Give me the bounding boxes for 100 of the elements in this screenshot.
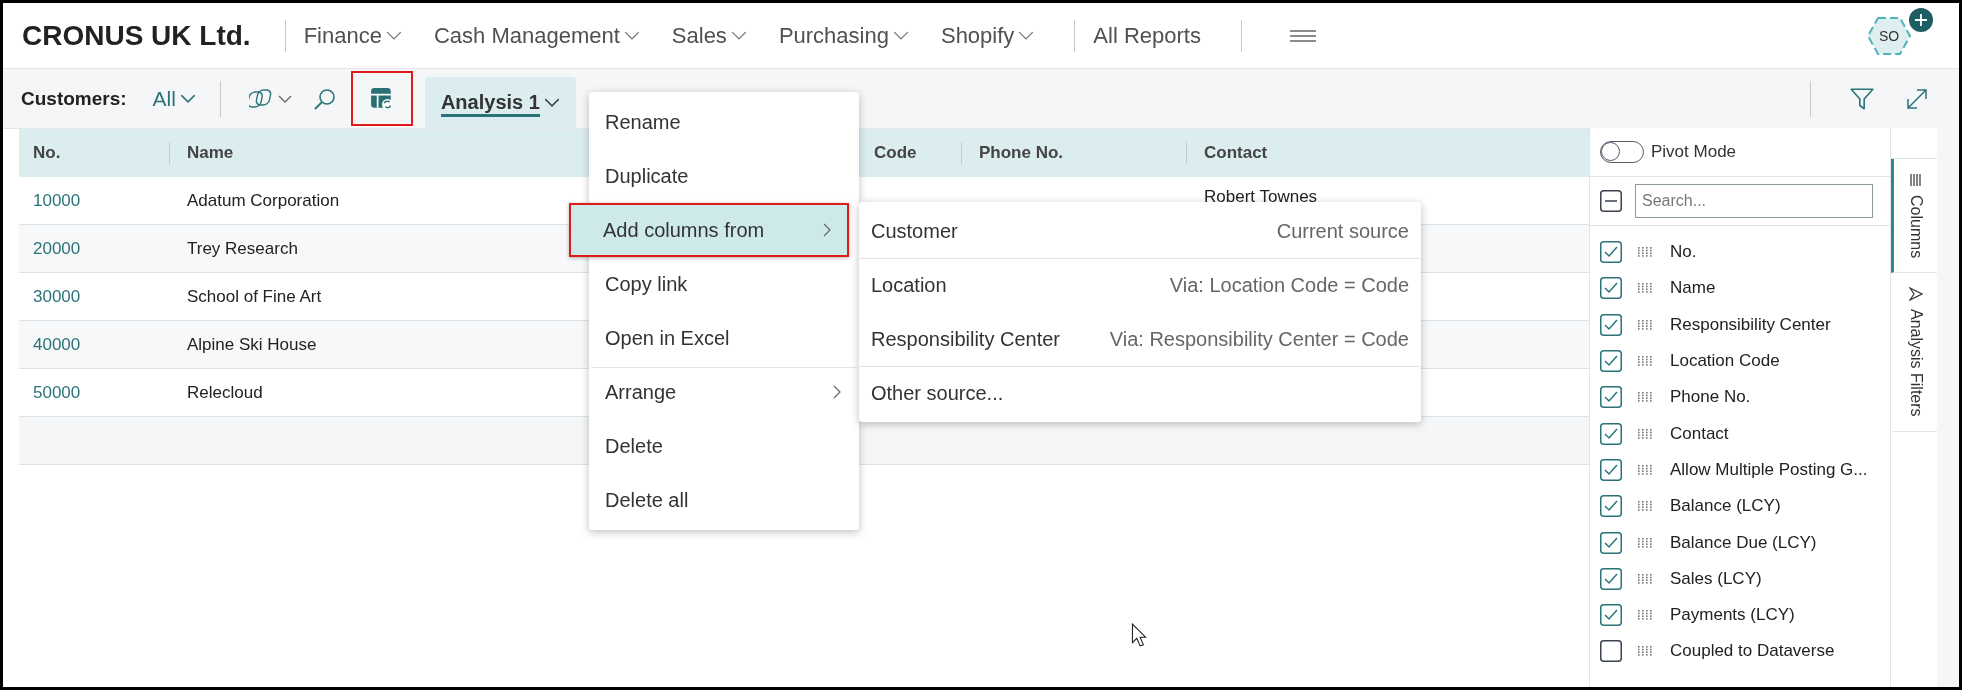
- columns-icon: [1908, 173, 1923, 187]
- mouse-cursor-icon: [1131, 623, 1147, 647]
- column-name: Allow Multiple Posting G...: [1670, 459, 1868, 480]
- side-panel-tab[interactable]: Analysis Filters: [1891, 273, 1937, 432]
- column-header[interactable]: Name: [169, 142, 562, 164]
- column-checkbox[interactable]: [1600, 386, 1622, 409]
- column-name: Coupled to Dataverse: [1670, 641, 1835, 662]
- column-checkbox[interactable]: [1600, 277, 1622, 300]
- search-icon[interactable]: [312, 86, 337, 111]
- table-cell-text: Robert Townes: [1203, 187, 1319, 207]
- view-selector[interactable]: All: [152, 86, 196, 111]
- select-all-checkbox[interactable]: [1600, 190, 1622, 212]
- column-checkbox[interactable]: [1600, 495, 1622, 518]
- column-name: Responsibility Center: [1670, 314, 1831, 335]
- column-header[interactable]: Code: [862, 142, 961, 164]
- user-avatar[interactable]: SO: [1867, 15, 1911, 56]
- customer-number-link[interactable]: 30000: [19, 286, 169, 307]
- menu-item[interactable]: Add columns from: [569, 203, 849, 257]
- nav-menu-item[interactable]: Shopify: [940, 22, 1035, 49]
- chevron-down-icon: [543, 98, 560, 107]
- side-panel-tab[interactable]: Columns: [1891, 159, 1937, 274]
- column-name: Payments (LCY): [1670, 605, 1795, 626]
- nav-menu-item[interactable]: All Reports: [1093, 22, 1201, 49]
- nav-menu-item[interactable]: Finance: [303, 22, 402, 49]
- table-cell-text: School of Fine Art: [186, 286, 323, 307]
- column-checkbox[interactable]: [1600, 604, 1622, 627]
- drag-handle-icon[interactable]: [1638, 610, 1654, 621]
- drag-handle-icon[interactable]: [1638, 428, 1654, 439]
- nav-menu-item[interactable]: Sales: [671, 22, 747, 49]
- chevron-down-icon: [730, 31, 747, 40]
- filter-icon[interactable]: [1849, 85, 1875, 112]
- menu-item[interactable]: Delete all: [589, 473, 859, 527]
- drag-handle-icon[interactable]: [1638, 573, 1654, 584]
- menu-item[interactable]: Copy link: [589, 257, 859, 311]
- chevron-down-icon: [385, 31, 402, 40]
- column-checkbox[interactable]: [1600, 241, 1622, 264]
- customer-number-link[interactable]: 50000: [19, 382, 169, 403]
- menu-item[interactable]: Duplicate: [589, 149, 859, 203]
- chevron-down-icon: [892, 31, 909, 40]
- source-option[interactable]: Location: [871, 273, 947, 297]
- table-cell-text: Alpine Ski House: [186, 334, 318, 355]
- source-option[interactable]: Responsibility Center: [871, 327, 1060, 351]
- chevron-right-icon: [823, 223, 831, 237]
- search-field[interactable]: Search...: [1635, 184, 1873, 218]
- column-checkbox[interactable]: [1600, 640, 1622, 663]
- column-name: Name: [1670, 278, 1716, 299]
- table-cell-text: Adatum Corporation: [186, 190, 341, 211]
- column-header[interactable]: Phone No.: [961, 142, 1186, 164]
- drag-handle-icon[interactable]: [1638, 356, 1654, 367]
- column-checkbox[interactable]: [1600, 531, 1622, 554]
- drag-handle-icon[interactable]: [1638, 283, 1654, 294]
- source-relation: Current source: [1276, 219, 1409, 243]
- column-checkbox[interactable]: [1600, 350, 1622, 373]
- column-name: Balance (LCY): [1670, 496, 1781, 517]
- analysis-tab[interactable]: Analysis 1: [424, 77, 576, 128]
- customer-number-link[interactable]: 10000: [19, 190, 169, 211]
- drag-handle-icon[interactable]: [1638, 319, 1654, 330]
- add-icon[interactable]: [1909, 8, 1933, 32]
- column-name: Contact: [1670, 423, 1729, 444]
- customer-number-link[interactable]: 20000: [19, 238, 169, 259]
- column-checkbox[interactable]: [1600, 422, 1622, 445]
- column-name: Sales (LCY): [1670, 568, 1762, 589]
- table-cell-text: Trey Research: [186, 238, 299, 259]
- source-option[interactable]: Other source...: [871, 381, 1004, 405]
- menu-item[interactable]: Rename: [589, 95, 859, 149]
- drag-handle-icon[interactable]: [1638, 537, 1654, 548]
- drag-handle-icon[interactable]: [1638, 464, 1654, 475]
- drag-handle-icon[interactable]: [1638, 501, 1654, 512]
- chevron-down-icon: [1018, 31, 1035, 40]
- nav-menu-item[interactable]: Purchasing: [778, 22, 909, 49]
- menu-icon[interactable]: [1289, 29, 1316, 42]
- nav-menu-item[interactable]: Cash Management: [433, 22, 640, 49]
- page-title: Customers:: [21, 87, 127, 110]
- company-name[interactable]: CRONUS UK Ltd.: [22, 19, 251, 52]
- column-name: No.: [1670, 242, 1697, 263]
- column-checkbox[interactable]: [1600, 313, 1622, 336]
- column-name: Phone No.: [1670, 387, 1751, 408]
- column-header[interactable]: No.: [19, 142, 169, 164]
- drag-handle-icon[interactable]: [1638, 646, 1654, 657]
- column-name: Location Code: [1670, 351, 1780, 372]
- customer-number-link[interactable]: 40000: [19, 334, 169, 355]
- filter-icon: [1908, 287, 1923, 302]
- menu-item[interactable]: Delete: [589, 419, 859, 473]
- column-checkbox[interactable]: [1600, 567, 1622, 590]
- pivot-mode-label: Pivot Mode: [1651, 142, 1737, 162]
- column-name: Balance Due (LCY): [1670, 532, 1817, 553]
- drag-handle-icon[interactable]: [1638, 247, 1654, 258]
- analysis-mode-button[interactable]: [350, 71, 413, 126]
- expand-icon[interactable]: [1905, 86, 1929, 111]
- table-refresh-icon: [369, 86, 394, 111]
- table-cell-text: Relecloud: [186, 382, 264, 403]
- menu-item[interactable]: Open in Excel: [589, 311, 859, 365]
- copilot-icon[interactable]: [248, 87, 293, 110]
- chevron-right-icon: [833, 385, 841, 399]
- column-checkbox[interactable]: [1600, 458, 1622, 481]
- chevron-down-icon: [623, 31, 640, 40]
- source-relation: Via: Location Code = Code: [1169, 273, 1409, 297]
- menu-item[interactable]: Arrange: [589, 365, 859, 419]
- source-option[interactable]: Customer: [871, 219, 958, 243]
- drag-handle-icon[interactable]: [1638, 392, 1654, 403]
